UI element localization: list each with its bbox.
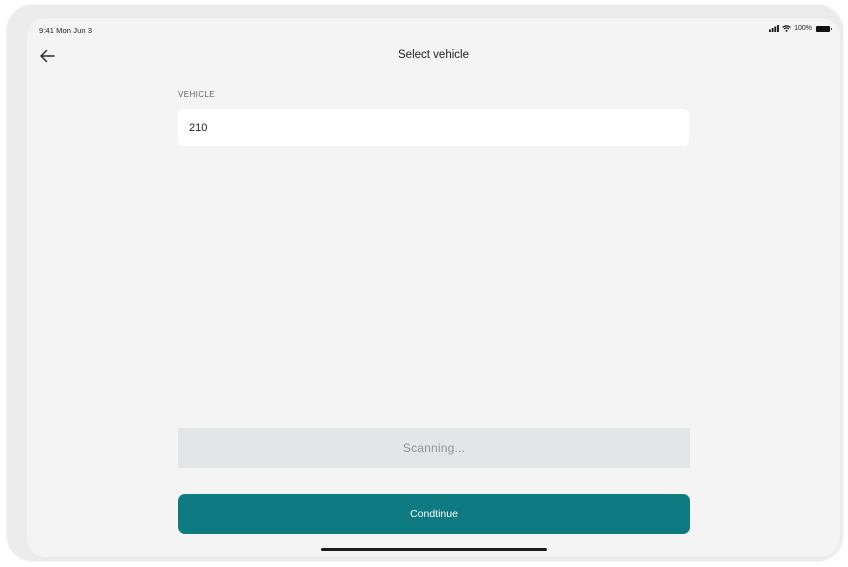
home-indicator [321,548,547,551]
status-time: 9:41 Mon Jun 3 [39,26,93,35]
vehicle-input[interactable] [178,109,689,146]
page-title: Select vehicle [398,49,469,61]
device-bezel: 9:41 Mon Jun 3 100% Select vehicle VEHIC… [7,5,843,561]
scanning-status: Scanning... [178,428,690,468]
app-screen: 9:41 Mon Jun 3 100% Select vehicle VEHIC… [27,18,840,557]
vehicle-field-label: VEHICLE [178,90,216,99]
signal-icon [769,25,779,32]
battery-percent: 100% [794,25,812,32]
continue-button[interactable]: Condtinue [178,494,690,534]
battery-icon [816,25,832,32]
status-bar-right: 100% [769,25,832,32]
wifi-icon [782,25,791,32]
continue-button-label: Condtinue [410,508,458,520]
scanning-text: Scanning... [402,441,466,455]
